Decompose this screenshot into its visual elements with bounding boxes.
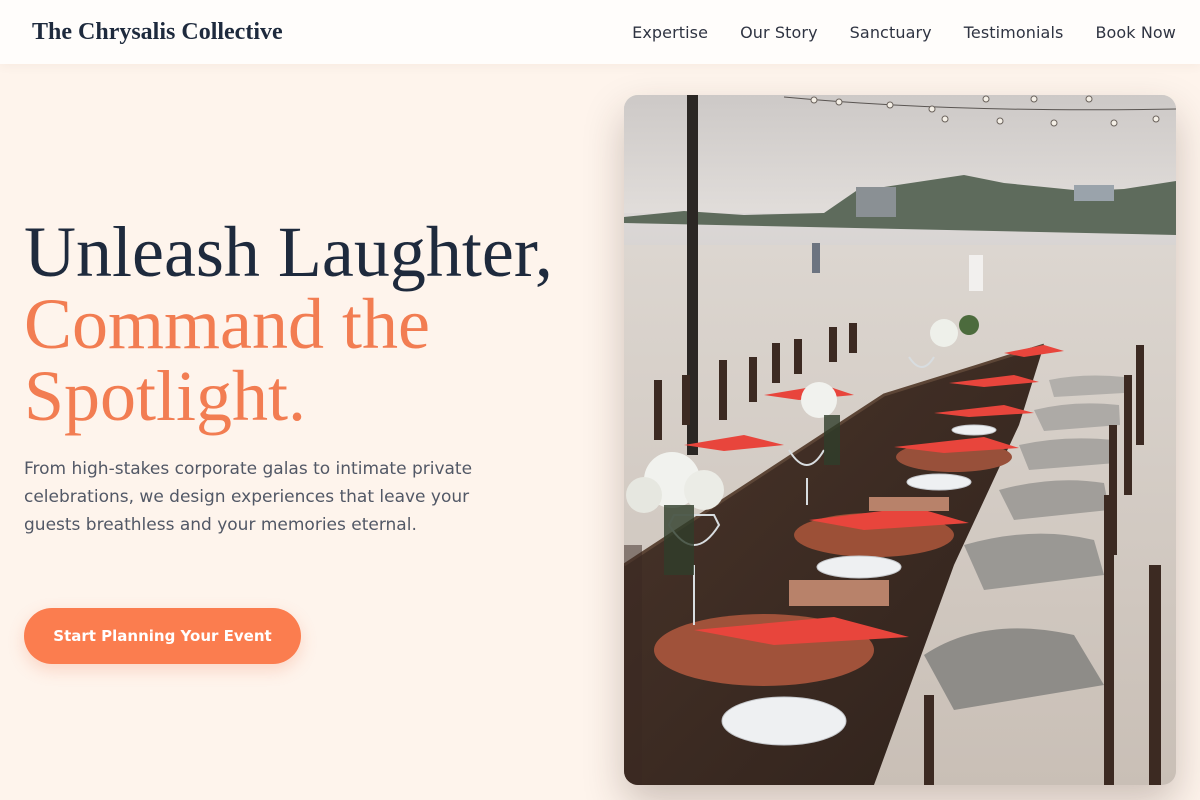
nav-link-our-story[interactable]: Our Story <box>740 23 818 42</box>
nav-link-book-now[interactable]: Book Now <box>1095 23 1176 42</box>
hero-title-line-2: Command the Spotlight. <box>24 284 430 436</box>
beach-dinner-illustration <box>624 95 1176 785</box>
main-nav: Expertise Our Story Sanctuary Testimonia… <box>632 0 1176 64</box>
brand-logo-link[interactable]: The Chrysalis Collective <box>32 16 283 48</box>
nav-link-testimonials[interactable]: Testimonials <box>964 23 1064 42</box>
nav-link-sanctuary[interactable]: Sanctuary <box>850 23 932 42</box>
start-planning-button[interactable]: Start Planning Your Event <box>24 608 301 664</box>
site-header: The Chrysalis Collective Expertise Our S… <box>0 0 1200 64</box>
page: The Chrysalis Collective Expertise Our S… <box>0 0 1200 800</box>
nav-link-expertise[interactable]: Expertise <box>632 23 708 42</box>
hero-description: From high-stakes corporate galas to inti… <box>24 459 473 535</box>
hero-title: Unleash Laughter, Command the Spotlight. <box>24 216 604 432</box>
hero-title-line-1: Unleash Laughter, <box>24 212 553 292</box>
hero-image-beach-dinner-table <box>624 95 1176 785</box>
